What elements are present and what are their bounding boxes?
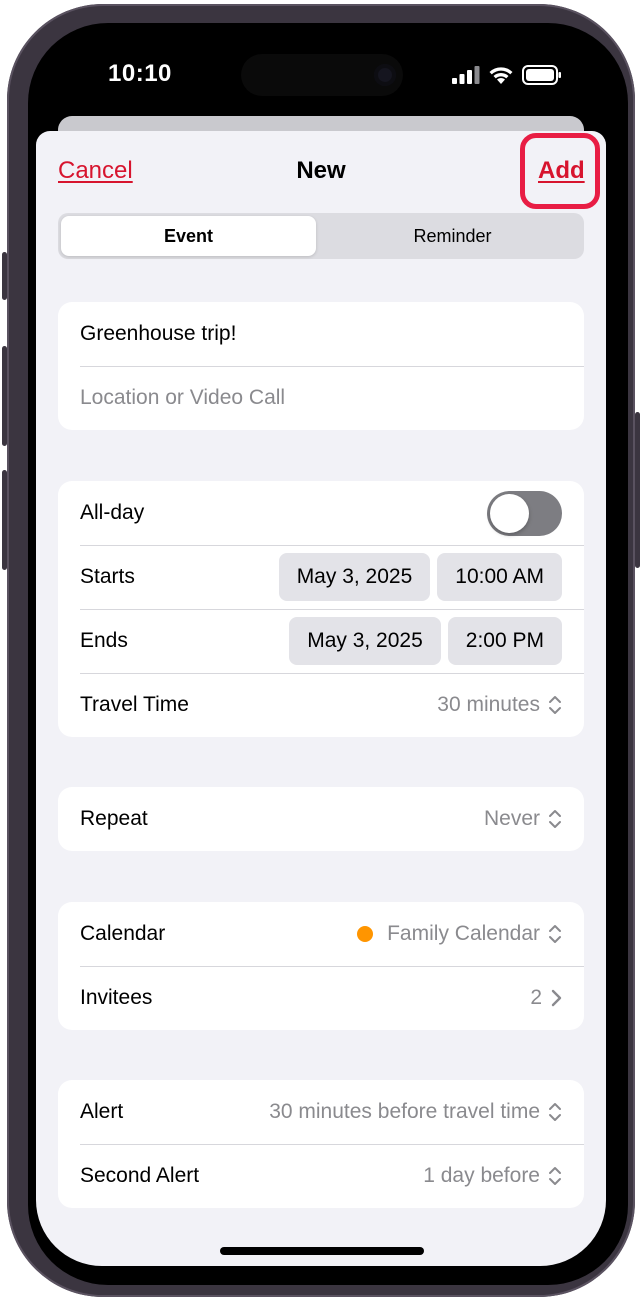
- starts-label: Starts: [80, 565, 135, 588]
- second-alert-value: 1 day before: [423, 1164, 540, 1187]
- chevron-up-down-icon: [549, 1167, 561, 1185]
- second-alert-row[interactable]: Second Alert 1 day before: [58, 1144, 584, 1208]
- all-day-row: All-day: [58, 481, 584, 545]
- invitees-row[interactable]: Invitees 2: [58, 966, 584, 1030]
- schedule-group: All-day Starts May 3, 2025 10:00 AM Ends…: [58, 481, 584, 737]
- repeat-label: Repeat: [80, 807, 148, 830]
- calendar-color-dot: [357, 926, 374, 942]
- all-day-toggle[interactable]: [487, 490, 562, 536]
- new-event-sheet: Cancel New Add Event Reminder Greenhouse…: [36, 131, 606, 1266]
- ends-time-button[interactable]: 2:00 PM: [447, 617, 562, 665]
- invitees-count: 2: [530, 986, 542, 1009]
- screen: 10:10 Cancel New Add Event Reminder Gree…: [36, 34, 606, 1266]
- travel-time-row[interactable]: Travel Time 30 minutes: [58, 673, 584, 737]
- invitees-label: Invitees: [80, 986, 153, 1009]
- ends-date-button[interactable]: May 3, 2025: [289, 617, 441, 665]
- cellular-signal-icon: [452, 66, 480, 84]
- starts-date-button[interactable]: May 3, 2025: [278, 553, 431, 601]
- repeat-value: Never: [483, 807, 540, 830]
- camera-icon: [374, 64, 396, 86]
- calendar-value: Family Calendar: [387, 922, 540, 945]
- repeat-group: Repeat Never: [58, 787, 584, 851]
- chevron-up-down-icon: [549, 925, 561, 943]
- calendar-label: Calendar: [80, 922, 166, 945]
- cancel-button[interactable]: Cancel: [58, 157, 133, 185]
- travel-time-value: 30 minutes: [437, 693, 540, 716]
- title-field[interactable]: Greenhouse trip!: [58, 302, 584, 366]
- wifi-icon: [489, 66, 513, 84]
- tab-event[interactable]: Event: [61, 216, 316, 256]
- navigation-bar: Cancel New Add: [36, 131, 606, 211]
- calendar-group: Calendar Family Calendar Invitees 2: [58, 902, 584, 1030]
- calendar-row[interactable]: Calendar Family Calendar: [58, 902, 584, 966]
- action-button: [2, 252, 7, 300]
- chevron-right-icon: [551, 989, 562, 1007]
- volume-down-button: [2, 470, 7, 570]
- ends-row: Ends May 3, 2025 2:00 PM: [58, 609, 584, 673]
- chevron-up-down-icon: [549, 1103, 561, 1121]
- volume-up-button: [2, 346, 7, 446]
- starts-row: Starts May 3, 2025 10:00 AM: [58, 545, 584, 609]
- alert-label: Alert: [80, 1100, 124, 1123]
- alert-row[interactable]: Alert 30 minutes before travel time: [58, 1080, 584, 1144]
- title-field-value: Greenhouse trip!: [80, 322, 237, 345]
- status-bar: 10:10: [36, 34, 606, 124]
- status-time: 10:10: [108, 60, 172, 87]
- location-field[interactable]: Location or Video Call: [58, 366, 584, 430]
- location-field-placeholder: Location or Video Call: [80, 386, 286, 409]
- status-icons: [452, 64, 562, 86]
- ends-label: Ends: [80, 629, 128, 652]
- alerts-group: Alert 30 minutes before travel time Seco…: [58, 1080, 584, 1208]
- add-button[interactable]: Add: [538, 157, 585, 185]
- repeat-row[interactable]: Repeat Never: [58, 787, 584, 851]
- tab-reminder[interactable]: Reminder: [324, 216, 581, 256]
- event-reminder-segmented-control: Event Reminder: [58, 213, 584, 259]
- starts-time-button[interactable]: 10:00 AM: [437, 553, 562, 601]
- travel-time-label: Travel Time: [80, 693, 189, 716]
- chevron-up-down-icon: [549, 696, 561, 714]
- battery-icon: [522, 65, 561, 85]
- second-alert-label: Second Alert: [80, 1164, 200, 1187]
- chevron-up-down-icon: [549, 810, 561, 828]
- all-day-label: All-day: [80, 501, 145, 524]
- power-button: [635, 412, 640, 568]
- title-location-group: Greenhouse trip! Location or Video Call: [58, 302, 584, 430]
- home-indicator[interactable]: [220, 1247, 424, 1255]
- toggle-knob: [490, 493, 529, 533]
- alert-value: 30 minutes before travel time: [269, 1100, 540, 1123]
